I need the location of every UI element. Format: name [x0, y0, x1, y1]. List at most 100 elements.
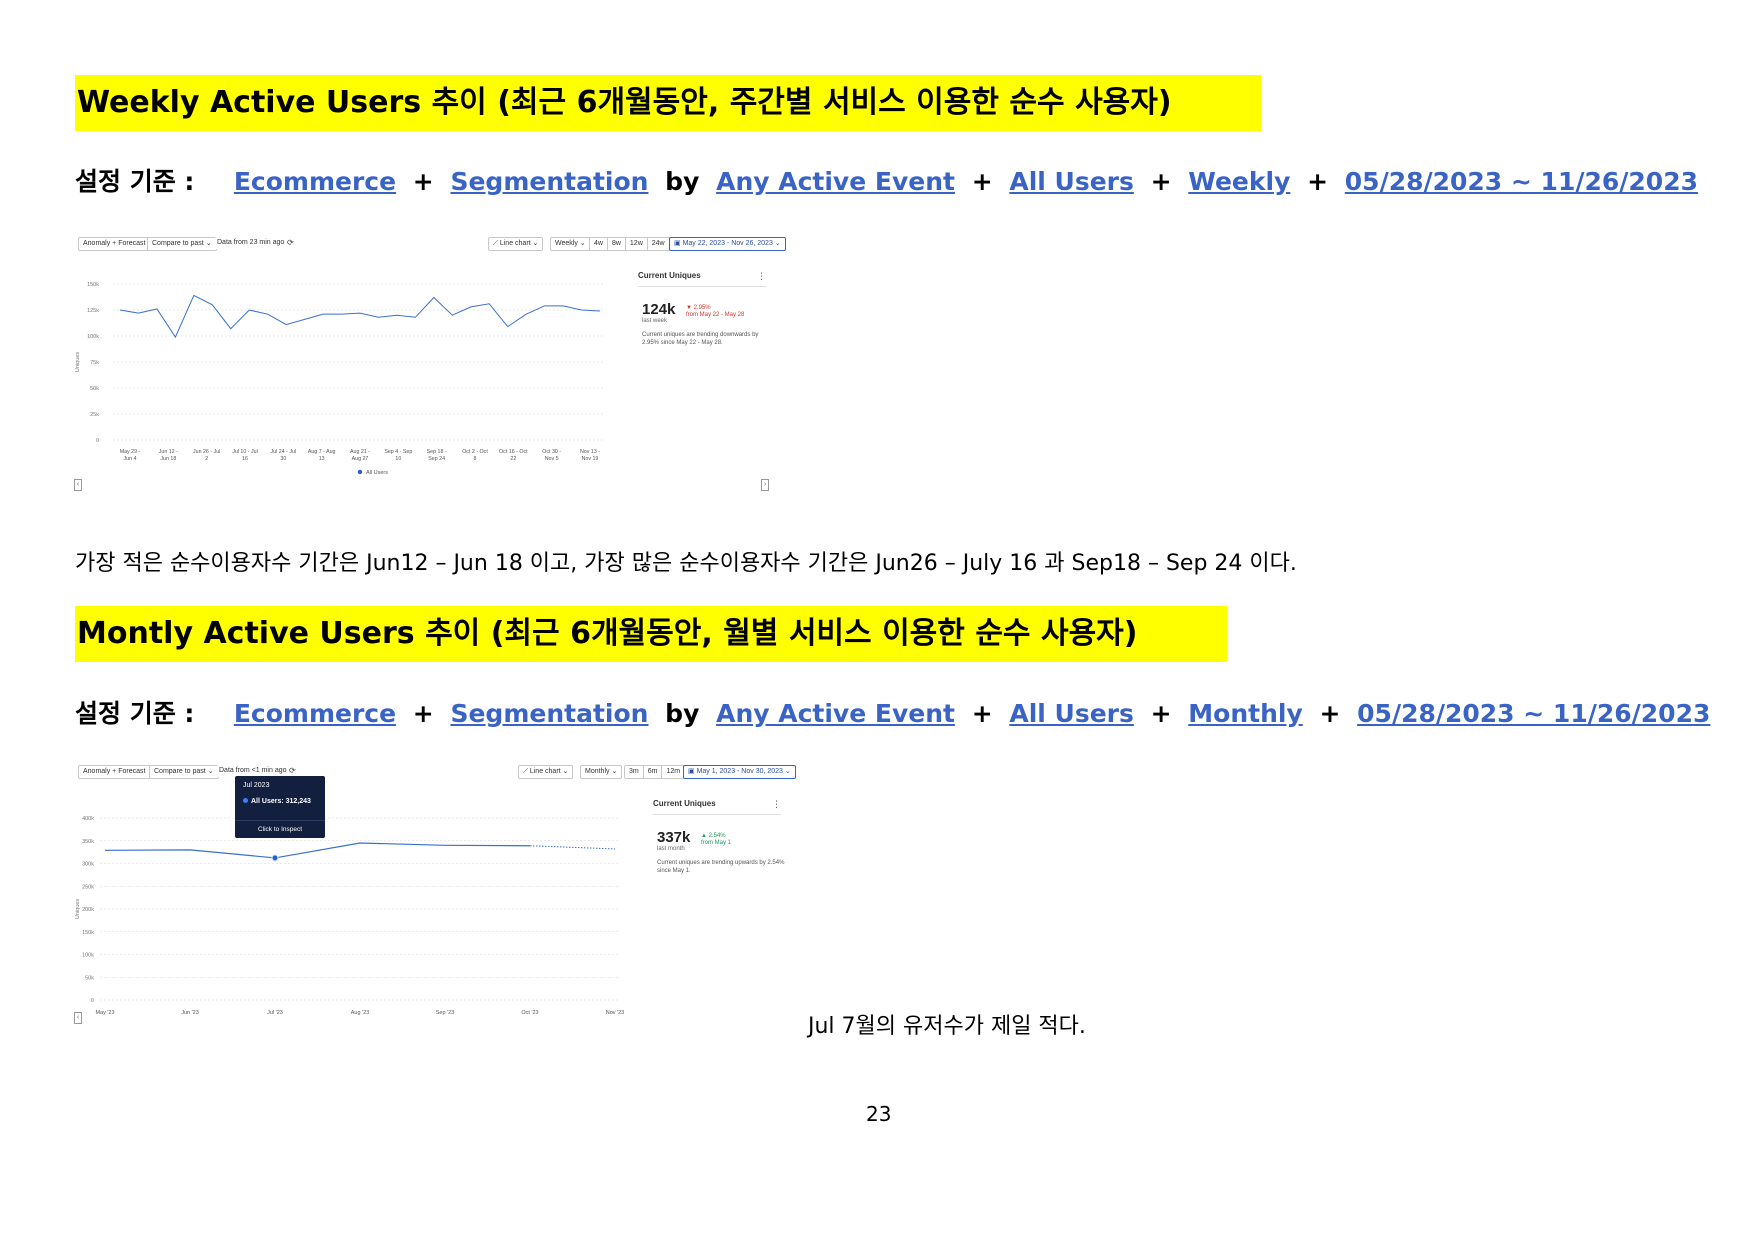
series-line-all-users: [119, 294, 601, 339]
x-tick-label: Jul '23: [267, 1010, 283, 1016]
link-monthly[interactable]: Monthly: [1188, 699, 1302, 728]
refresh-icon[interactable]: ⟳: [285, 237, 296, 249]
series-line-projected: [529, 845, 616, 850]
date-range-picker[interactable]: ▣ May 1, 2023 - Nov 30, 2023 ⌄: [683, 765, 796, 779]
monthly-section-heading: Montly Active Users 추이 (최근 6개월동안, 월별 서비스…: [75, 606, 1227, 662]
trend-description: Current uniques are trending downwards b…: [642, 332, 759, 346]
current-uniques-title: Current Uniques: [638, 271, 701, 280]
link-segmentation[interactable]: Segmentation: [450, 167, 648, 196]
tooltip-inspect-link[interactable]: Click to Inspect: [235, 820, 325, 833]
monthly-line-chart: 0 50k 100k 150k 200k 250k 300k 350k 400k Uniques M…: [75, 816, 624, 1016]
x-tick-label: May '23: [95, 1010, 114, 1016]
scroll-left-icon[interactable]: ‹: [74, 1012, 82, 1024]
y-tick-label: 100k: [82, 953, 94, 959]
trend-delta-from: from May 1: [701, 840, 732, 846]
monthly-toolbar: Anomaly + Forecast Compare to past ⌄ Dat…: [75, 765, 796, 779]
criteria-op: +: [1150, 699, 1172, 728]
scroll-left-icon[interactable]: ‹: [74, 479, 82, 491]
link-weekly[interactable]: Weekly: [1188, 167, 1290, 196]
link-all-users[interactable]: All Users: [1009, 699, 1134, 728]
x-tick-label: Nov '23: [606, 1010, 624, 1016]
y-tick-label: 200k: [82, 907, 94, 913]
compare-to-past-button[interactable]: Compare to past ⌄: [149, 765, 219, 779]
link-any-active-event[interactable]: Any Active Event: [716, 699, 955, 728]
weekly-chart-panel: Anomaly + Forecast Compare to past ⌄ Dat…: [74, 237, 786, 512]
anomaly-forecast-button[interactable]: Anomaly + Forecast: [78, 237, 151, 251]
interval-select[interactable]: Monthly ⌄: [580, 765, 623, 779]
range-12w[interactable]: 12w: [625, 238, 648, 250]
date-range-picker[interactable]: ▣ May 22, 2023 - Nov 26, 2023 ⌄: [669, 237, 786, 251]
x-tick-label: Jun 12 -: [159, 449, 178, 455]
scroll-right-icon[interactable]: ›: [761, 479, 769, 491]
range-buttons: 3m 6m 12m: [624, 765, 686, 779]
legend-dot: [357, 469, 363, 475]
chart-type-label: Line chart ⌄: [529, 768, 569, 775]
hovered-data-point: [271, 854, 279, 862]
chart-tooltip[interactable]: Jul 2023 All Users: 312,243 Click to Ins…: [235, 776, 325, 838]
link-all-users[interactable]: All Users: [1009, 167, 1134, 196]
range-24w[interactable]: 24w: [647, 238, 669, 250]
link-ecommerce[interactable]: Ecommerce: [234, 699, 396, 728]
x-tick-label: Oct 30 -: [542, 449, 561, 455]
criteria-op: +: [971, 699, 993, 728]
link-segmentation[interactable]: Segmentation: [450, 699, 648, 728]
series-dot-icon: [243, 798, 248, 803]
range-12m[interactable]: 12m: [662, 766, 685, 778]
y-tick-label: 25k: [90, 412, 99, 418]
x-tick-label: Nov 13 -: [580, 449, 600, 455]
y-axis-label: Uniques: [75, 352, 81, 372]
trend-description: Current uniques are trending upwards by …: [657, 860, 785, 874]
x-tick-label: Jul 24 - Jul: [271, 449, 297, 455]
x-tick-label: 22: [510, 456, 516, 462]
weekly-note: 가장 적은 순수이용자수 기간은 Jun12 – Jun 18 이고, 가장 많…: [75, 551, 1297, 576]
x-tick-label: Sep 4 - Sep: [384, 449, 412, 455]
x-tick-label: Sep 18 -: [427, 449, 447, 455]
current-uniques-period: last week: [642, 318, 668, 324]
criteria-op: +: [412, 167, 434, 196]
more-options-icon[interactable]: ⋮: [772, 799, 781, 810]
criteria-op: by: [665, 699, 700, 728]
link-date-range[interactable]: 05/28/2023 ~ 11/26/2023: [1345, 167, 1698, 196]
calendar-icon: ▣: [688, 768, 697, 775]
current-uniques-title: Current Uniques: [653, 799, 716, 808]
x-tick-label: Nov 5: [545, 456, 559, 462]
compare-to-past-button[interactable]: Compare to past ⌄: [147, 237, 217, 251]
trend-delta-from: from May 22 - May 28: [686, 312, 745, 318]
x-tick-label: Oct 2 - Oct: [462, 449, 488, 455]
anomaly-forecast-button[interactable]: Anomaly + Forecast: [78, 765, 151, 779]
chart-type-select[interactable]: ⟋ Line chart ⌄: [518, 765, 574, 779]
x-tick-label: 16: [242, 456, 248, 462]
range-3m[interactable]: 3m: [625, 766, 644, 778]
current-uniques-value: 337k: [657, 829, 691, 846]
link-ecommerce[interactable]: Ecommerce: [234, 167, 396, 196]
line-chart-icon: ⟋: [493, 240, 500, 247]
x-tick-label: Jun 4: [124, 456, 137, 462]
x-tick-label: Nov 19: [582, 456, 599, 462]
chart-type-label: Line chart ⌄: [499, 240, 539, 247]
monthly-heading-text: Montly Active Users 추이 (최근 6개월동안, 월별 서비스…: [77, 616, 1138, 651]
more-options-icon[interactable]: ⋮: [757, 271, 766, 282]
weekly-heading-text: Weekly Active Users 추이 (최근 6개월동안, 주간별 서비…: [77, 85, 1172, 120]
y-tick-label: 50k: [85, 975, 94, 981]
monthly-criteria: 설정 기준 : Ecommerce + Segmentation by Any …: [75, 697, 1710, 731]
trend-delta: ▲ 2.54%: [701, 833, 726, 839]
y-tick-label: 150k: [82, 930, 94, 936]
y-tick-label: 300k: [82, 862, 94, 868]
x-tick-label: 10: [395, 456, 401, 462]
x-tick-label: Aug 7 - Aug: [308, 449, 336, 455]
interval-select[interactable]: Weekly ⌄: [550, 237, 591, 251]
link-any-active-event[interactable]: Any Active Event: [716, 167, 955, 196]
link-date-range[interactable]: 05/28/2023 ~ 11/26/2023: [1357, 699, 1710, 728]
range-6m[interactable]: 6m: [643, 766, 663, 778]
page-number: 23: [866, 1102, 892, 1126]
y-tick-label: 0: [96, 438, 99, 444]
range-8w[interactable]: 8w: [607, 238, 626, 250]
x-tick-label: Aug 27: [352, 456, 369, 462]
weekly-section-heading: Weekly Active Users 추이 (최근 6개월동안, 주간별 서비…: [75, 75, 1261, 131]
chart-type-select[interactable]: ⟋ Line chart ⌄: [488, 237, 544, 251]
criteria-label: 설정 기준 :: [75, 167, 195, 196]
tooltip-value: All Users: 312,243: [243, 798, 311, 805]
range-4w[interactable]: 4w: [590, 238, 608, 250]
y-tick-label: 400k: [82, 816, 94, 822]
y-tick-label: 350k: [82, 839, 94, 845]
